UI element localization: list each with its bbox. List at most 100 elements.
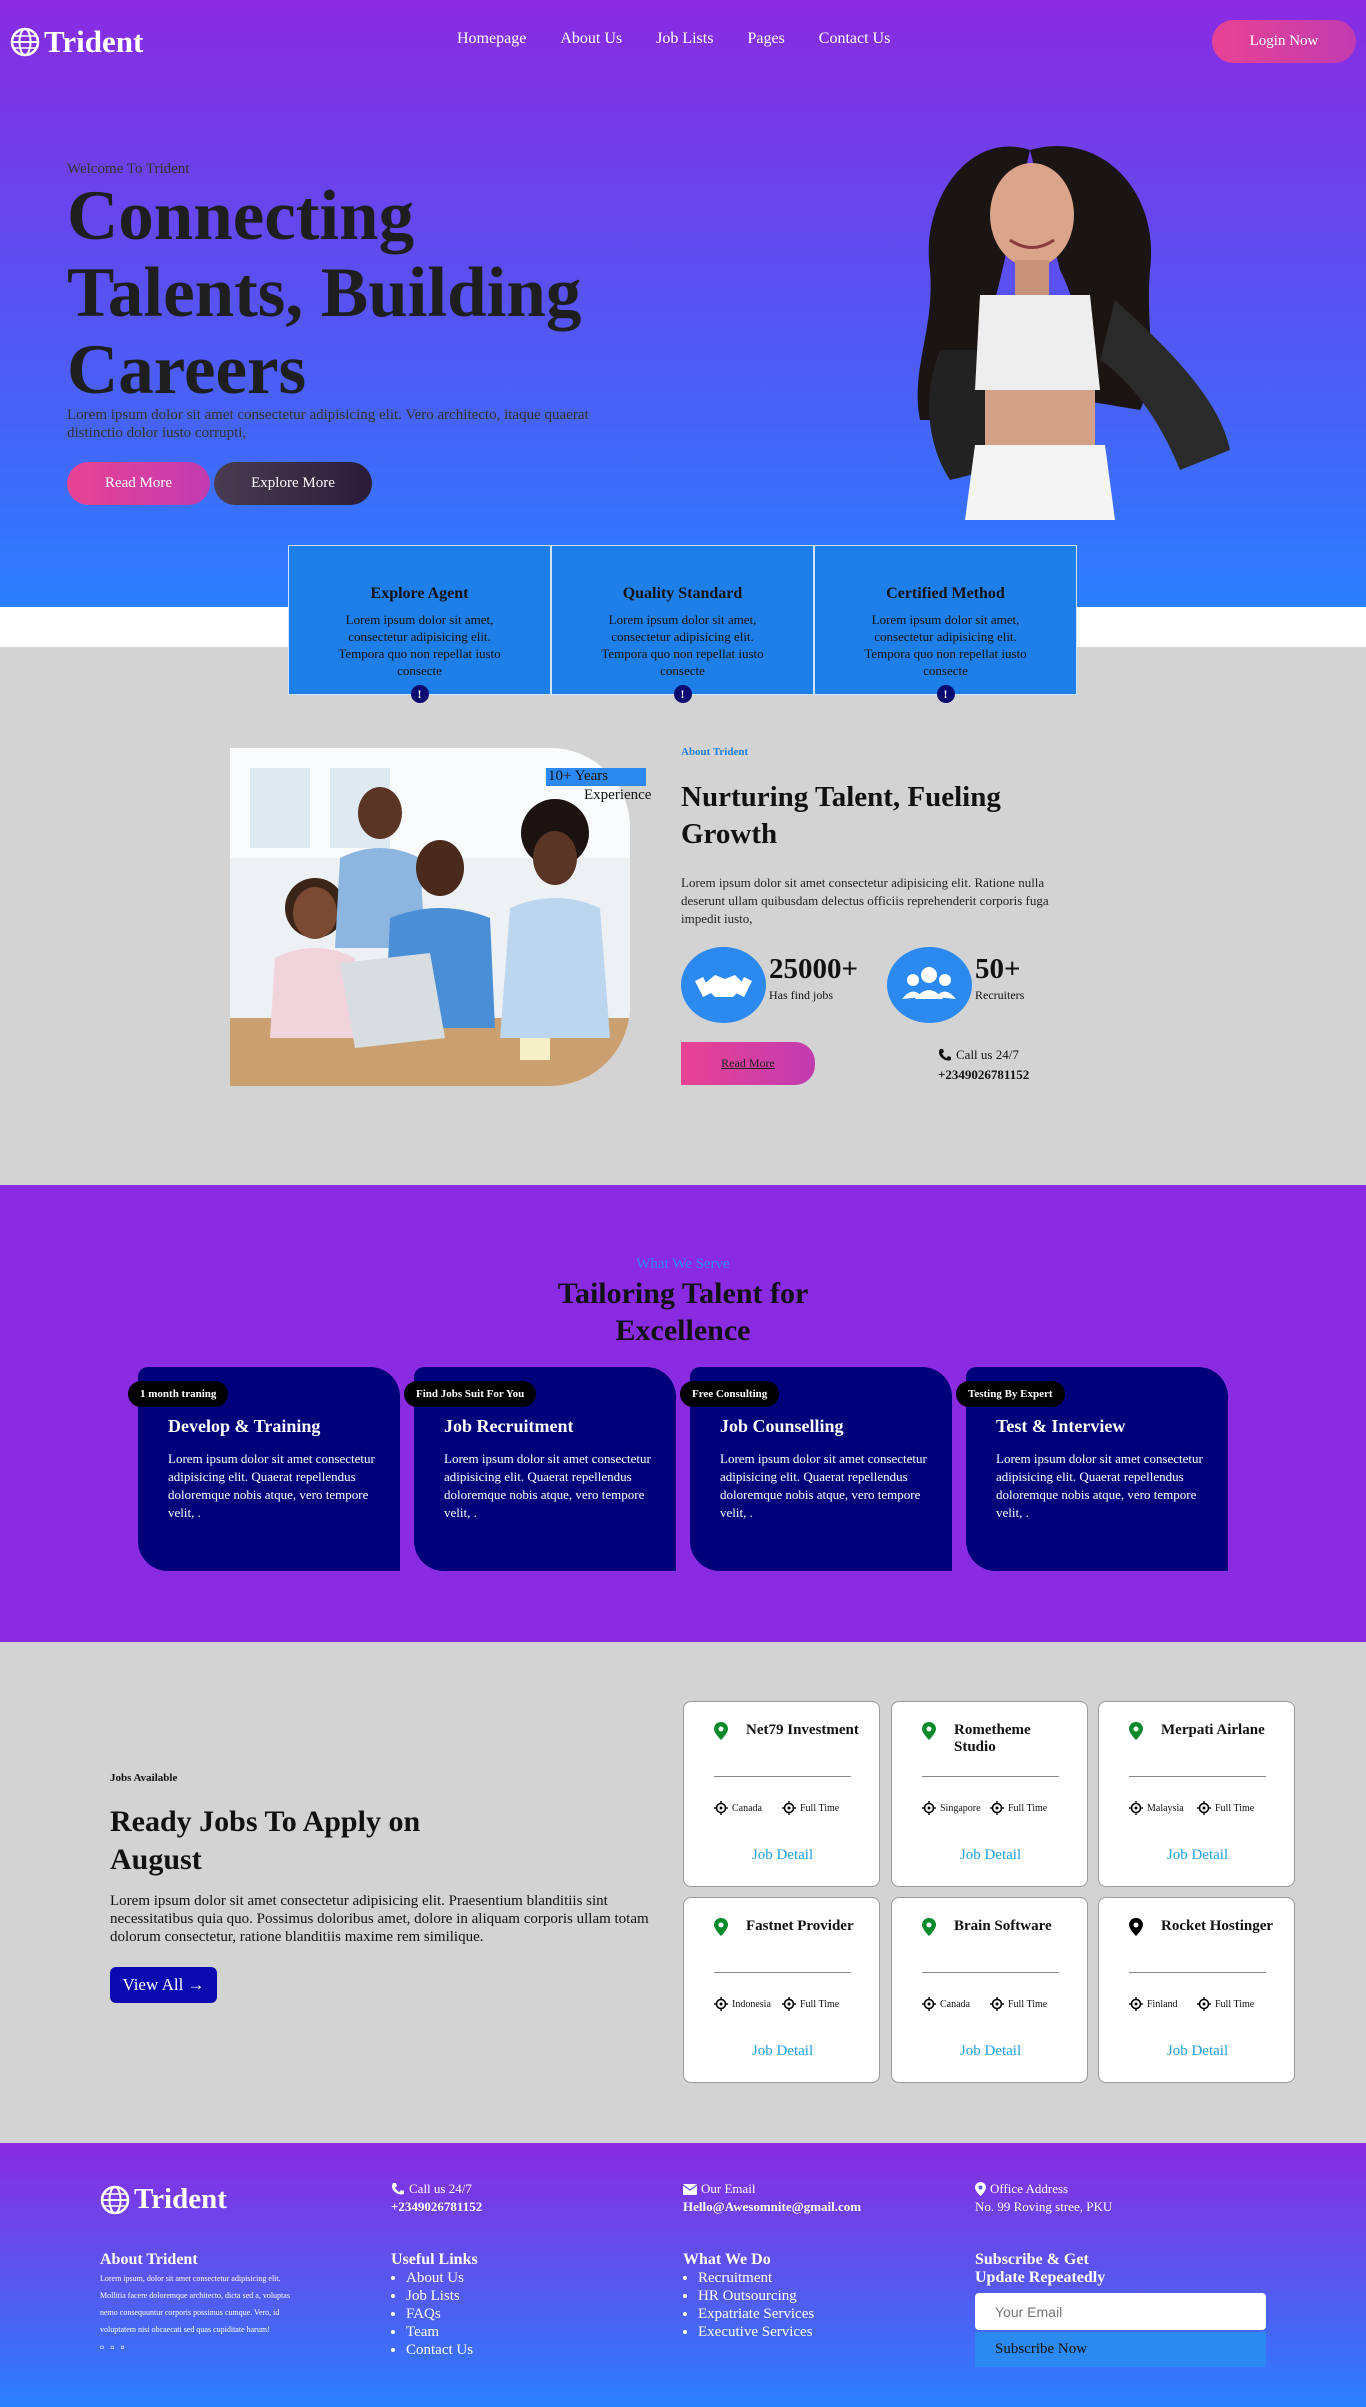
footer-office: Office Address [975, 2181, 1068, 2197]
subscribe-button[interactable]: Subscribe Now [975, 2332, 1266, 2367]
view-all-button[interactable]: View All → [110, 1967, 217, 2003]
handshake-icon [681, 947, 766, 1023]
footer-service-link[interactable]: Expatriate Services [698, 2305, 814, 2323]
crosshair-icon [922, 1801, 936, 1815]
service-card[interactable]: Find Jobs Suit For You Job Recruitment L… [404, 1367, 676, 1571]
footer-email-address[interactable]: Hello@Awesomnite@gmail.com [683, 2199, 861, 2215]
job-location: Canada [714, 1801, 762, 1815]
footer-email-label: Our Email [701, 2181, 756, 2196]
job-card[interactable]: Merpati Airlane Malaysia Full Time Job Deta… [1098, 1701, 1295, 1887]
job-card[interactable]: Rocket Hostinger Finland Full Time Job Deta… [1098, 1897, 1295, 2083]
nav-link-pages[interactable]: Pages [747, 30, 784, 48]
service-desc: Lorem ipsum dolor sit amet consectetur a… [168, 1451, 375, 1520]
nav-link-homepage[interactable]: Homepage [457, 30, 526, 48]
nav-link-job-lists[interactable]: Job Lists [656, 30, 713, 48]
location-pin-icon [1129, 1722, 1143, 1740]
main-nav: Homepage About Us Job Lists Pages Contac… [457, 30, 890, 48]
footer-service-link[interactable]: HR Outsourcing [698, 2287, 814, 2305]
job-location: Canada [922, 1997, 970, 2011]
footer-logo[interactable]: Trident [100, 2183, 227, 2216]
crosshair-icon [714, 1801, 728, 1815]
service-card[interactable]: Free Consulting Job Counselling Lorem ip… [680, 1367, 952, 1571]
years-badge: 10+ Years [546, 768, 646, 786]
footer-link[interactable]: Contact Us [406, 2341, 473, 2359]
jobs-title: Ready Jobs To Apply on August [110, 1805, 421, 1876]
job-detail-link[interactable]: Job Detail [684, 2043, 881, 2060]
footer-link[interactable]: Team [406, 2323, 473, 2341]
social-icon[interactable]: ▫ [110, 2340, 114, 2355]
feature-card: Quality Standard Lorem ipsum dolor sit a… [551, 545, 814, 703]
location-pin-icon [714, 1722, 728, 1740]
footer-link[interactable]: About Us [406, 2269, 473, 2287]
crosshair-icon [1129, 1801, 1143, 1815]
crosshair-icon [1129, 1997, 1143, 2011]
stat-jobs-number: 25000+ [769, 953, 859, 985]
subscribe-email-input[interactable] [975, 2293, 1266, 2330]
crosshair-icon [1197, 1801, 1211, 1815]
job-card[interactable]: Net79 Investment Canada Full Time Job Detai… [683, 1701, 880, 1887]
globe-icon [10, 27, 40, 57]
footer-call-number[interactable]: +2349026781152 [391, 2199, 482, 2215]
service-desc: Lorem ipsum dolor sit amet consectetur a… [444, 1451, 651, 1520]
divider [714, 1972, 851, 1973]
footer-link[interactable]: FAQs [406, 2305, 473, 2323]
footer-link[interactable]: Job Lists [406, 2287, 473, 2305]
footer-service-link[interactable]: Recruitment [698, 2269, 814, 2287]
jobs-tag: Jobs Available [110, 1772, 178, 1784]
stat-recruiters-label: Recruiters [975, 988, 1025, 1002]
divider [714, 1776, 851, 1777]
job-location-text: Malaysia [1147, 1802, 1184, 1814]
job-detail-link[interactable]: Job Detail [1099, 2043, 1296, 2060]
hero-welcome: Welcome To Trident [67, 161, 190, 177]
globe-icon [100, 2185, 130, 2214]
job-detail-link[interactable]: Job Detail [684, 1847, 881, 1864]
job-card[interactable]: Fastnet Provider Indonesia Full Time Job De… [683, 1897, 880, 2083]
footer-about-text: Lorem ipsum, dolor sit amet consectetur … [100, 2274, 290, 2334]
footer-services-heading: What We Do [683, 2251, 771, 2268]
job-detail-link[interactable]: Job Detail [892, 2043, 1089, 2060]
call-number[interactable]: +2349026781152 [938, 1067, 1029, 1083]
login-button[interactable]: Login Now [1212, 20, 1356, 63]
footer-call: Call us 24/7 [391, 2181, 472, 2197]
feature-desc: Lorem ipsum dolor sit amet, consectetur … [864, 612, 1027, 678]
crosshair-icon [1197, 1997, 1211, 2011]
service-badge: 1 month traning [128, 1381, 229, 1407]
job-detail-link[interactable]: Job Detail [1099, 1847, 1296, 1864]
job-type-text: Full Time [800, 1998, 840, 2010]
footer-call-label: Call us 24/7 [409, 2181, 472, 2196]
job-detail-link[interactable]: Job Detail [892, 1847, 1089, 1864]
about-read-more-button[interactable]: Read More [681, 1042, 815, 1085]
job-location: Singapore [922, 1801, 981, 1815]
footer-office-label: Office Address [990, 2181, 1069, 2196]
location-pin-icon [714, 1918, 728, 1936]
feature-desc: Lorem ipsum dolor sit amet, consectetur … [338, 612, 501, 678]
location-pin-icon [975, 2182, 986, 2196]
service-card[interactable]: Testing By Expert Test & Interview Lorem… [956, 1367, 1228, 1571]
job-location: Finland [1129, 1997, 1178, 2011]
footer-links-heading: Useful Links [391, 2251, 478, 2268]
service-desc: Lorem ipsum dolor sit amet consectetur a… [996, 1451, 1203, 1520]
job-card[interactable]: Rometheme Studio Singapore Full Time Job De… [891, 1701, 1088, 1887]
feature-cards: Explore Agent Lorem ipsum dolor sit amet… [288, 545, 1078, 703]
subscribe-heading: Subscribe & Get Update Repeatedly [975, 2251, 1106, 2286]
job-card[interactable]: Brain Software Canada Full Time Job Detail [891, 1897, 1088, 2083]
nav-link-about[interactable]: About Us [560, 30, 622, 48]
jobs-description: Lorem ipsum dolor sit amet consectetur a… [110, 1893, 649, 1945]
social-icon[interactable]: ▫ [121, 2340, 125, 2355]
explore-more-button[interactable]: Explore More [214, 462, 372, 505]
nav-link-contact[interactable]: Contact Us [819, 30, 891, 48]
logo[interactable]: Trident [10, 24, 143, 60]
job-type: Full Time [990, 1801, 1047, 1815]
read-more-button[interactable]: Read More [67, 462, 210, 505]
service-card[interactable]: 1 month traning Develop & Training Lorem… [128, 1367, 400, 1571]
crosshair-icon [990, 1997, 1004, 2011]
call-label: Call us 24/7 [956, 1047, 1019, 1062]
footer-service-link[interactable]: Executive Services [698, 2323, 814, 2341]
call-info: Call us 24/7 [938, 1047, 1019, 1063]
feature-card: Certified Method Lorem ipsum dolor sit a… [814, 545, 1077, 703]
service-badge: Testing By Expert [956, 1381, 1065, 1407]
hero-title: Connecting Talents, Building Careers [67, 177, 582, 409]
social-icon[interactable]: ▫ [100, 2340, 104, 2355]
services-section: What We Serve Tailoring Talent for Excel… [0, 1185, 1366, 1642]
crosshair-icon [714, 1997, 728, 2011]
